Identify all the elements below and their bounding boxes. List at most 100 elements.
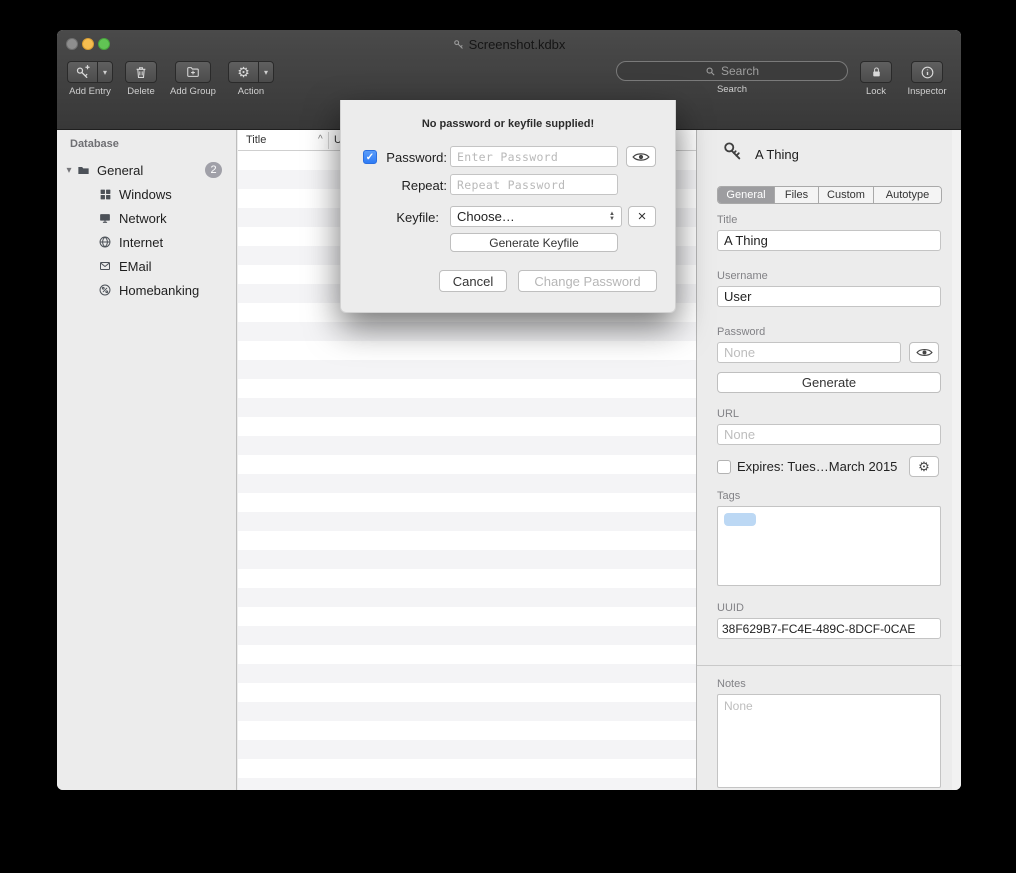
title-field[interactable] [717, 230, 941, 251]
expires-label: Expires: Tues…March 2015 [737, 459, 897, 474]
eye-icon [916, 347, 933, 358]
password-field-label: Password [717, 326, 765, 338]
clear-icon: × [638, 208, 647, 225]
entry-count-badge: 2 [205, 162, 222, 178]
search-input[interactable]: Search [616, 61, 848, 81]
tag-chip[interactable] [724, 513, 756, 526]
lock-button[interactable] [860, 61, 892, 83]
inspector-tabs: General Files Custom Autotype [717, 186, 942, 204]
sheet-password-label: Password: [371, 150, 447, 165]
titlebar[interactable]: Screenshot.kdbx [57, 30, 961, 57]
notes-field[interactable] [717, 694, 941, 788]
chevron-down-icon: ▾ [264, 68, 268, 77]
search-icon [705, 66, 716, 77]
entry-key-icon [721, 140, 743, 164]
search-label: Search [717, 84, 747, 95]
generate-password-button[interactable]: Generate [717, 372, 941, 393]
globe-icon [97, 234, 113, 250]
disclosure-triangle-icon[interactable]: ▾ [63, 165, 75, 176]
add-entry-button[interactable] [67, 61, 97, 83]
password-field[interactable] [717, 342, 901, 363]
popup-stepper-icon: ▲▼ [609, 212, 615, 222]
lock-toolbar-item: Lock [857, 61, 895, 97]
sort-ascending-icon: ^ [318, 134, 323, 145]
sidebar-item-label: Network [119, 211, 167, 226]
folder-icon [75, 162, 91, 178]
keyfile-popup-value: Choose… [457, 209, 515, 224]
expires-settings-button[interactable]: ⚙ [909, 456, 939, 477]
expires-row: Expires: Tues…March 2015 [717, 459, 897, 474]
password-sheet: No password or keyfile supplied! ✓ Passw… [340, 100, 676, 313]
generate-keyfile-button[interactable]: Generate Keyfile [450, 233, 618, 252]
sidebar-item-label: General [97, 163, 143, 178]
add-group-label: Add Group [170, 86, 216, 97]
delete-label: Delete [127, 86, 154, 97]
delete-toolbar-item: Delete [121, 61, 161, 97]
generate-keyfile-label: Generate Keyfile [489, 236, 578, 250]
inspector-label: Inspector [907, 86, 946, 97]
sidebar-item-network[interactable]: Network [57, 208, 236, 228]
change-password-button-label: Change Password [534, 274, 640, 289]
add-entry-toolbar-item: ▾ Add Entry [61, 61, 119, 97]
monitor-icon [97, 210, 113, 226]
sidebar: Database ▾ General 2 Windows [57, 130, 237, 790]
entry-title-heading: A Thing [755, 147, 799, 162]
sidebar-item-homebanking[interactable]: Homebanking [57, 280, 236, 300]
search-toolbar-item: Search Search [613, 61, 851, 95]
sheet-warning-message: No password or keyfile supplied! [341, 118, 675, 130]
inspector-button[interactable] [911, 61, 943, 83]
search-placeholder: Search [721, 64, 759, 78]
inspector-divider [697, 665, 961, 666]
username-field-label: Username [717, 270, 768, 282]
generate-button-label: Generate [802, 375, 856, 390]
tab-files[interactable]: Files [775, 187, 819, 203]
sheet-keyfile-label: Keyfile: [363, 210, 439, 225]
sheet-reveal-password-button[interactable] [626, 146, 656, 167]
sidebar-item-windows[interactable]: Windows [57, 184, 236, 204]
lock-icon [870, 65, 883, 79]
add-entry-dropdown[interactable]: ▾ [97, 61, 113, 83]
action-label: Action [238, 86, 264, 97]
add-group-toolbar-item: Add Group [160, 61, 226, 97]
sheet-password-input[interactable] [450, 146, 618, 167]
folder-plus-icon [185, 65, 201, 79]
gear-icon: ⚙ [918, 459, 930, 475]
sidebar-item-general[interactable]: ▾ General 2 [57, 160, 236, 180]
sidebar-item-email[interactable]: EMail [57, 256, 236, 276]
clear-keyfile-button[interactable]: × [628, 206, 656, 227]
sidebar-item-label: EMail [119, 259, 152, 274]
chevron-down-icon: ▾ [103, 68, 107, 77]
username-field[interactable] [717, 286, 941, 307]
sidebar-item-internet[interactable]: Internet [57, 232, 236, 252]
title-field-label: Title [717, 214, 737, 226]
action-dropdown[interactable]: ▾ [258, 61, 274, 83]
delete-button[interactable] [125, 61, 157, 83]
desktop-background: Screenshot.kdbx ▾ Add Entry [0, 0, 1016, 873]
eye-icon [632, 151, 650, 163]
sidebar-section-header: Database [70, 138, 119, 150]
percent-coin-icon [97, 282, 113, 298]
action-button[interactable]: ⚙ [228, 61, 258, 83]
uuid-field[interactable] [717, 618, 941, 639]
sheet-repeat-label: Repeat: [371, 178, 447, 193]
keyfile-popup[interactable]: Choose… ▲▼ [450, 206, 622, 227]
sheet-repeat-input[interactable] [450, 174, 618, 195]
app-window: Screenshot.kdbx ▾ Add Entry [57, 30, 961, 790]
change-password-button[interactable]: Change Password [518, 270, 657, 292]
inspector-scrollbar[interactable] [952, 130, 961, 790]
tags-box[interactable] [717, 506, 941, 586]
url-field[interactable] [717, 424, 941, 445]
tab-custom[interactable]: Custom [819, 187, 874, 203]
cancel-button[interactable]: Cancel [439, 270, 507, 292]
lock-label: Lock [866, 86, 886, 97]
column-divider[interactable] [328, 132, 329, 149]
add-group-button[interactable] [175, 61, 211, 83]
column-header-title[interactable]: Title [246, 134, 266, 146]
tab-general[interactable]: General [718, 187, 775, 203]
windows-icon [97, 186, 113, 202]
tags-field-label: Tags [717, 490, 740, 502]
reveal-password-button[interactable] [909, 342, 939, 363]
tab-autotype[interactable]: Autotype [874, 187, 941, 203]
gear-icon: ⚙ [237, 64, 250, 81]
expires-checkbox[interactable] [717, 460, 731, 474]
